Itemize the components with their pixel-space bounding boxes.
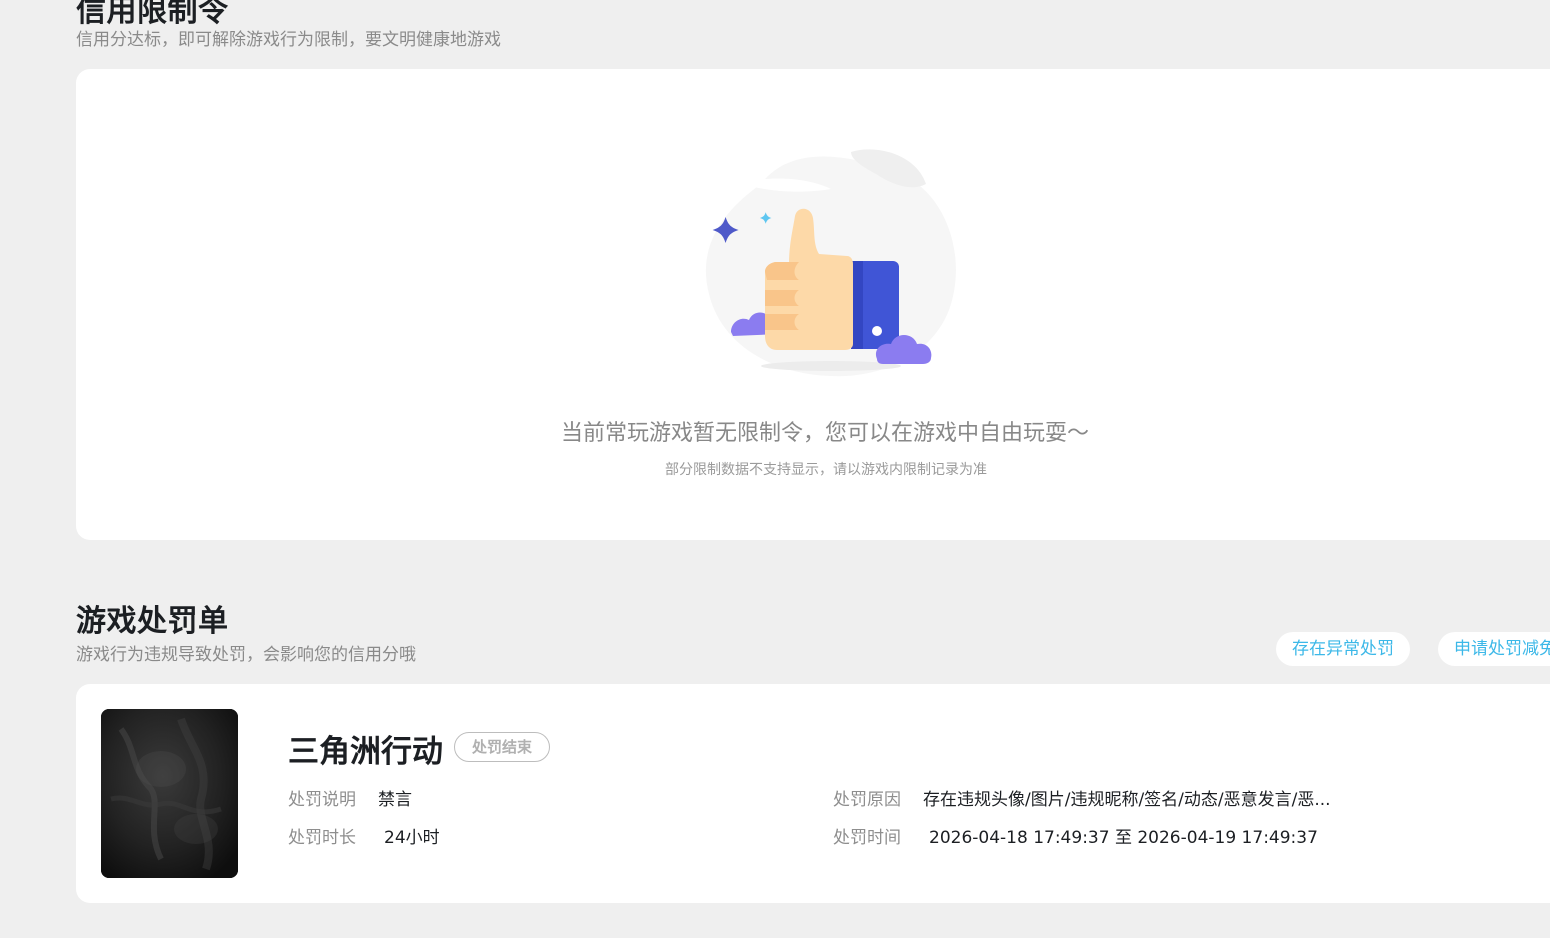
empty-title: 当前常玩游戏暂无限制令，您可以在游戏中自由玩耍～ bbox=[560, 421, 1089, 446]
time-label: 处罚时间 bbox=[833, 828, 901, 848]
duration-value: 24小时 bbox=[384, 828, 440, 848]
abnormal-punishment-button[interactable]: 存在异常处罚 bbox=[1276, 632, 1410, 666]
desc-value: 禁言 bbox=[378, 790, 412, 810]
restriction-subtitle: 信用分达标，即可解除游戏行为限制，要文明健康地游戏 bbox=[76, 30, 501, 50]
page: 信用限制令 信用分达标，即可解除游戏行为限制，要文明健康地游戏 当前常玩游戏暂无… bbox=[0, 0, 1550, 938]
reduce-punishment-button[interactable]: 申请处罚减免 bbox=[1438, 632, 1550, 666]
punishment-subtitle: 游戏行为违规导致处罚，会影响您的信用分哦 bbox=[76, 645, 416, 665]
restriction-card: 当前常玩游戏暂无限制令，您可以在游戏中自由玩耍～ 部分限制数据不支持显示，请以游… bbox=[76, 69, 1550, 540]
game-cover-image[interactable] bbox=[101, 709, 238, 878]
game-name: 三角洲行动 bbox=[288, 734, 443, 770]
duration-label: 处罚时长 bbox=[288, 828, 356, 848]
time-value: 2026-04-18 17:49:37 至 2026-04-19 17:49:3… bbox=[929, 828, 1318, 848]
reason-label: 处罚原因 bbox=[833, 790, 901, 810]
desc-label: 处罚说明 bbox=[288, 790, 356, 810]
empty-note: 部分限制数据不支持显示，请以游戏内限制记录为准 bbox=[665, 462, 987, 478]
reason-value: 存在违规头像/图片/违规昵称/签名/动态/恶意发言/恶... bbox=[923, 790, 1331, 810]
punishment-card: 三角洲行动 处罚结束 处罚说明 禁言 处罚时长 24小时 处罚原因 存在违规头像… bbox=[76, 684, 1550, 903]
status-badge: 处罚结束 bbox=[454, 732, 551, 762]
thumbs-up-icon bbox=[705, 149, 956, 377]
punishment-title: 游戏处罚单 bbox=[76, 604, 229, 639]
